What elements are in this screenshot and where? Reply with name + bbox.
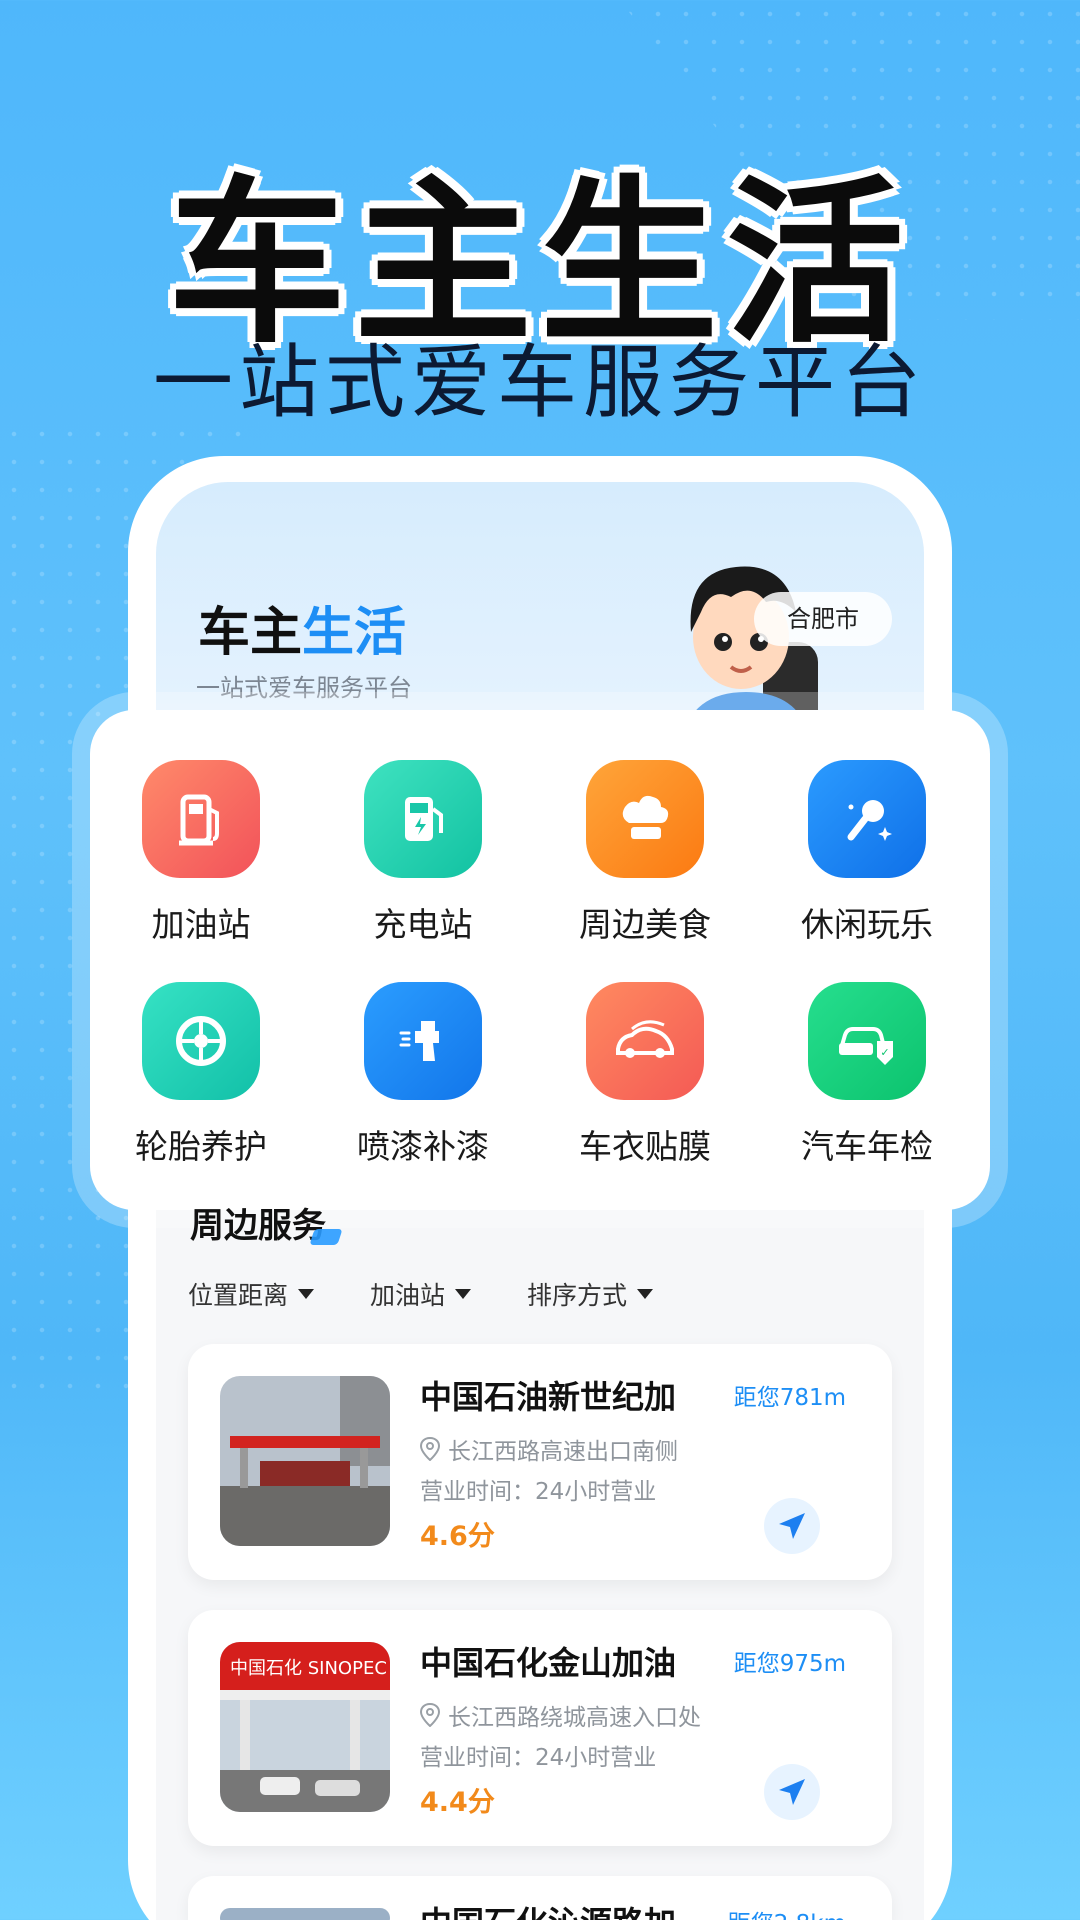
station-hours: 营业时间：24小时营业 [420,1479,657,1505]
navigation-arrow-icon [779,1513,805,1539]
service-car-wrap[interactable]: 车衣贴膜 [534,982,756,1168]
station-card[interactable]: 中国石化沁源路加 距您2.8km [188,1876,892,1920]
location-pin-icon [420,1437,440,1461]
service-label: 休闲玩乐 [801,905,933,944]
service-annual-inspection[interactable]: ✓ 汽车年检 [756,982,978,1168]
station-photo: 中国石化 SINOPEC [220,1642,390,1812]
spray-gun-icon [364,982,482,1100]
svg-text:✓: ✓ [880,1046,889,1059]
navigate-button[interactable] [764,1764,820,1820]
title-accent-mark [309,1229,343,1245]
service-label: 充电站 [373,905,473,944]
microphone-icon [808,760,926,878]
app-title: 车主生活 [198,590,406,665]
service-tire-care[interactable]: 轮胎养护 [90,982,312,1168]
service-label: 加油站 [151,905,251,944]
filter-sort[interactable]: 排序方式 [527,1276,654,1312]
location-pin-icon [420,1703,440,1727]
station-photo [220,1376,390,1546]
station-rating: 4.6分 [420,1521,495,1552]
service-food[interactable]: 周边美食 [534,760,756,946]
service-paint[interactable]: 喷漆补漆 [312,982,534,1168]
filter-label: 排序方式 [527,1281,628,1310]
nearby-section-title: 周边服务 [190,1198,343,1247]
filter-category[interactable]: 加油站 [370,1276,472,1312]
service-label: 喷漆补漆 [357,1127,489,1166]
station-address: 长江西路绕城高速入口处 [420,1698,701,1732]
app-title-black: 车主 [198,603,303,663]
dropdown-arrow-icon [637,1289,654,1299]
station-name: 中国石化沁源路加 [420,1898,730,1920]
station-name: 中国石油新世纪加 [420,1378,677,1416]
hero-subtitle: 一站式爱车服务平台 [153,336,927,429]
chef-hat-icon [586,760,704,878]
station-distance: 距您2.8km [728,1904,846,1920]
station-name: 中国石化金山加油 [420,1644,677,1682]
navigation-arrow-icon [779,1779,805,1805]
car-cover-icon [586,982,704,1100]
dropdown-arrow-icon [298,1289,315,1299]
filter-distance[interactable]: 位置距离 [188,1276,315,1312]
city-selector[interactable]: 合肥市 [754,592,892,646]
tire-icon [142,982,260,1100]
station-rating: 4.4分 [420,1787,495,1818]
filter-label: 位置距离 [188,1281,289,1310]
station-hours: 营业时间：24小时营业 [420,1745,657,1771]
ev-charger-icon [364,760,482,878]
station-address-text: 长江西路高速出口南侧 [448,1439,678,1465]
station-distance: 距您781m [733,1385,846,1411]
service-charging-station[interactable]: 充电站 [312,760,534,946]
filter-bar: 位置距离 加油站 排序方式 [188,1276,654,1312]
station-card[interactable]: 中国石化 SINOPEC 中国石化金山加油 距您975m 长江西路绕城高速入口处… [188,1610,892,1846]
station-address: 长江西路高速出口南侧 [420,1432,678,1466]
car-inspection-icon: ✓ [808,982,926,1100]
station-sign-text: 中国石化 SINOPEC [230,1658,387,1679]
app-title-blue: 生活 [302,603,407,663]
station-distance: 距您975m [733,1651,846,1677]
service-leisure[interactable]: 休闲玩乐 [756,760,978,946]
service-grid: 加油站 充电站 周边美食 休闲玩乐 轮胎养护 喷漆补漆 车衣贴膜 ✓ 汽车年检 [90,710,990,1210]
app-header: 车主生活 一站式爱车服务平台 合肥市 [156,482,924,742]
service-label: 汽车年检 [801,1127,933,1166]
dropdown-arrow-icon [455,1289,472,1299]
app-subtitle: 一站式爱车服务平台 [196,674,412,702]
navigate-button[interactable] [764,1498,820,1554]
service-label: 周边美食 [579,905,711,944]
station-address-text: 长江西路绕城高速入口处 [448,1705,701,1731]
service-label: 轮胎养护 [135,1127,267,1166]
filter-label: 加油站 [370,1281,446,1310]
station-card[interactable]: 中国石油新世纪加 距您781m 长江西路高速出口南侧 营业时间：24小时营业 4… [188,1344,892,1580]
fuel-pump-icon [142,760,260,878]
service-label: 车衣贴膜 [579,1127,711,1166]
station-photo [220,1908,390,1920]
service-gas-station[interactable]: 加油站 [90,760,312,946]
nearby-title-text: 周边服务 [190,1206,326,1246]
